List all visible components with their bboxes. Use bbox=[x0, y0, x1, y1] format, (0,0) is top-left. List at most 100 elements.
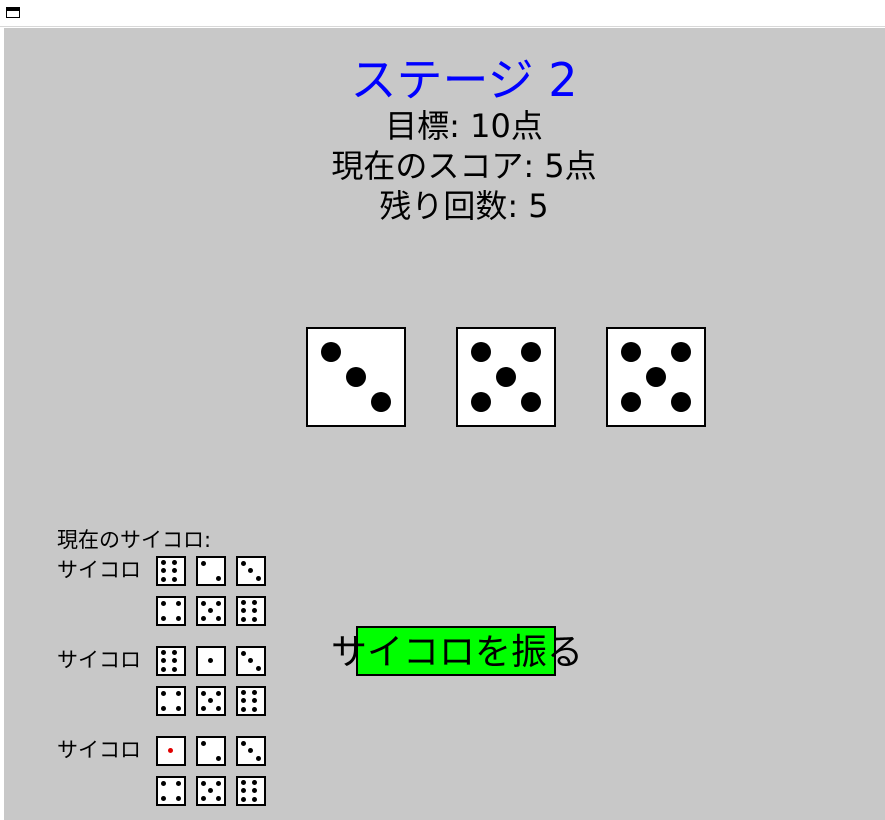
die-face bbox=[236, 556, 266, 586]
die-face bbox=[236, 776, 266, 806]
die-face bbox=[236, 736, 266, 766]
die-face bbox=[236, 596, 266, 626]
die-face-pip bbox=[160, 666, 166, 672]
die-pip bbox=[521, 342, 541, 362]
die-face-pip bbox=[160, 568, 166, 573]
dice-row-label-1: サイコロ bbox=[57, 558, 141, 582]
die-face-pip bbox=[251, 779, 257, 785]
die-face-pip bbox=[175, 690, 181, 696]
die-face-pip bbox=[208, 658, 213, 663]
die-face bbox=[156, 776, 186, 806]
die-face-pip bbox=[240, 608, 246, 613]
die-face bbox=[196, 646, 226, 676]
die-face-pip bbox=[160, 780, 166, 786]
die-face-pip bbox=[215, 780, 221, 786]
die-face-pip bbox=[240, 706, 246, 712]
die-pip bbox=[471, 392, 491, 412]
die-face-pip bbox=[240, 616, 246, 622]
die-face-pip bbox=[251, 608, 257, 613]
target-score-text: 目標: 10点 bbox=[385, 107, 543, 145]
window-icon[interactable] bbox=[6, 7, 20, 18]
window-titlebar bbox=[0, 0, 885, 27]
die-face-pip bbox=[240, 650, 246, 656]
die-face-pip bbox=[248, 658, 253, 663]
die-face-pip bbox=[200, 690, 206, 696]
die-face-pip bbox=[160, 649, 166, 655]
die-face bbox=[196, 556, 226, 586]
rolled-die-1 bbox=[306, 327, 406, 427]
die-face-pip bbox=[160, 658, 166, 663]
die-face-pip bbox=[200, 560, 206, 566]
game-canvas: ステージ 2 目標: 10点 現在のスコア: 5点 残り回数: 5 現在のサイコ… bbox=[4, 28, 885, 820]
die-face-pip bbox=[251, 706, 257, 712]
die-face-pip bbox=[215, 600, 221, 606]
die-pip bbox=[346, 367, 366, 387]
stage-title: ステージ 2 bbox=[350, 53, 578, 107]
die-face bbox=[156, 736, 186, 766]
die-pip bbox=[671, 392, 691, 412]
die-face-pip bbox=[251, 698, 257, 703]
die-face-pip bbox=[160, 795, 166, 801]
die-face-pip bbox=[160, 615, 166, 621]
die-pip bbox=[621, 342, 641, 362]
die-face-pip bbox=[160, 690, 166, 696]
die-face bbox=[156, 556, 186, 586]
die-pip bbox=[671, 342, 691, 362]
die-face-pip bbox=[208, 608, 213, 613]
die-face bbox=[196, 736, 226, 766]
die-face-pip bbox=[200, 780, 206, 786]
die-face-pip bbox=[175, 795, 181, 801]
die-pip bbox=[471, 342, 491, 362]
die-pip bbox=[521, 392, 541, 412]
die-face bbox=[236, 686, 266, 716]
die-face-pip bbox=[255, 665, 261, 671]
die-face-pip bbox=[251, 796, 257, 802]
die-face bbox=[236, 646, 266, 676]
die-face bbox=[196, 776, 226, 806]
die-face-pip bbox=[160, 559, 166, 565]
die-face-pip bbox=[240, 796, 246, 802]
die-face-pip bbox=[200, 615, 206, 621]
die-face-pip bbox=[255, 575, 261, 581]
roll-dice-button-label[interactable]: サイコロを振る bbox=[331, 630, 583, 676]
die-pip bbox=[496, 367, 516, 387]
die-face-pip bbox=[215, 795, 221, 801]
die-face-pip bbox=[175, 780, 181, 786]
current-dice-heading: 現在のサイコロ: bbox=[57, 528, 212, 552]
die-pip bbox=[646, 367, 666, 387]
die-face-pip bbox=[240, 560, 246, 566]
die-face-pip bbox=[240, 698, 246, 703]
die-face-pip bbox=[215, 575, 221, 581]
die-face-pip bbox=[160, 600, 166, 606]
die-face-pip bbox=[200, 740, 206, 746]
die-face-pip bbox=[171, 658, 177, 663]
die-pip bbox=[621, 392, 641, 412]
die-face-pip bbox=[248, 568, 253, 573]
remaining-rolls-text: 残り回数: 5 bbox=[379, 187, 549, 225]
die-face-pip bbox=[200, 795, 206, 801]
die-face-pip bbox=[251, 788, 257, 793]
die-face-pip bbox=[240, 788, 246, 793]
die-face bbox=[156, 646, 186, 676]
die-face-pip bbox=[215, 690, 221, 696]
die-face-pip bbox=[160, 705, 166, 711]
dice-row-label-2: サイコロ bbox=[57, 648, 141, 672]
dice-row-label-3: サイコロ bbox=[57, 738, 141, 762]
die-face-pip bbox=[175, 705, 181, 711]
die-face-pip bbox=[215, 755, 221, 761]
die-face-pip bbox=[240, 740, 246, 746]
die-pip bbox=[371, 392, 391, 412]
die-face-pip bbox=[200, 600, 206, 606]
die-face-pip bbox=[240, 779, 246, 785]
die-face-pip bbox=[251, 689, 257, 695]
die-face bbox=[196, 596, 226, 626]
die-face-pip bbox=[208, 698, 213, 703]
die-face-pip bbox=[171, 568, 177, 573]
die-face-pip bbox=[171, 649, 177, 655]
die-face-pip bbox=[160, 576, 166, 582]
die-face-pip bbox=[240, 599, 246, 605]
die-pip bbox=[321, 342, 341, 362]
die-face bbox=[156, 596, 186, 626]
die-face-pip bbox=[208, 788, 213, 793]
die-face-pip bbox=[168, 748, 173, 753]
